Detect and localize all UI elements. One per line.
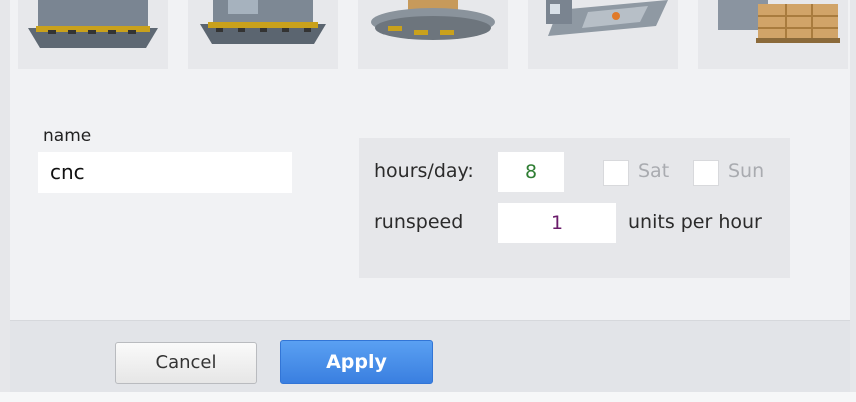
runspeed-input[interactable]: 1: [498, 203, 616, 243]
sat-label: Sat: [638, 160, 670, 182]
machine-tile-5[interactable]: [698, 0, 848, 69]
sat-checkbox[interactable]: [603, 160, 629, 186]
machine-tile-1[interactable]: [18, 0, 168, 69]
machine-type-gallery: [10, 0, 850, 72]
dialog-left-border: [0, 0, 10, 402]
apply-button[interactable]: Apply: [280, 340, 433, 384]
hours-per-day-input[interactable]: 8: [498, 152, 564, 192]
machine-tile-2[interactable]: [188, 0, 338, 69]
pallet-platform-icon: [371, 0, 495, 40]
machine-tile-4[interactable]: [528, 0, 678, 69]
forklift-station-icon: [546, 0, 668, 36]
name-input[interactable]: cnc: [38, 152, 292, 193]
dialog-right-border: [850, 0, 856, 402]
units-per-hour-label: units per hour: [628, 211, 762, 233]
name-label: name: [43, 126, 92, 146]
warehouse-boxes-icon: [718, 0, 840, 43]
machine-dialog: name cnc hours/day: 8 Sat Sun runspeed 1…: [0, 0, 856, 402]
factory-building-icon: [28, 0, 158, 48]
dialog-bottom-edge: [0, 392, 856, 402]
machine-tile-3[interactable]: [358, 0, 508, 69]
cancel-button[interactable]: Cancel: [115, 342, 257, 384]
hours-per-day-label: hours/day:: [374, 160, 474, 182]
sun-label: Sun: [728, 160, 765, 182]
sun-checkbox[interactable]: [693, 160, 719, 186]
runspeed-label: runspeed: [374, 211, 464, 233]
factory-conveyor-icon: [200, 0, 326, 44]
